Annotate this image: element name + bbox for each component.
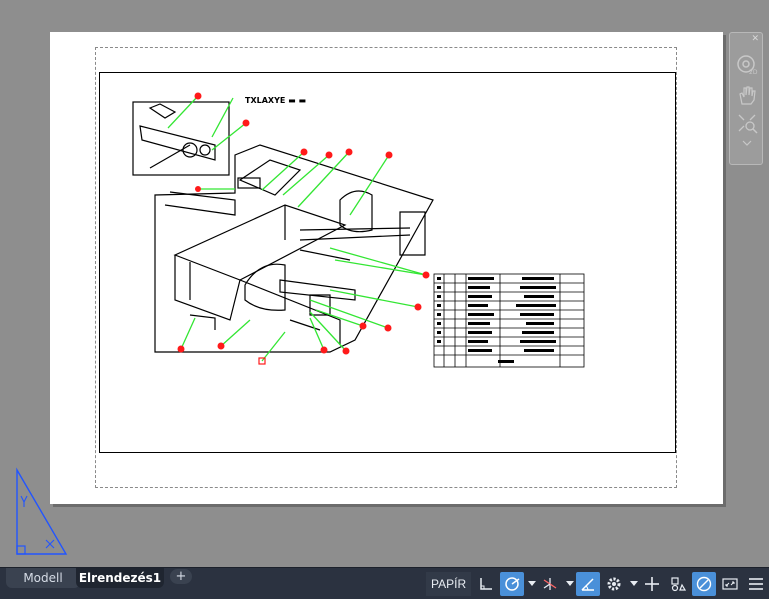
maximize-viewport-icon[interactable] <box>718 572 742 596</box>
chevron-down-icon[interactable] <box>526 572 537 596</box>
navigation-bar: ✕ 2D <box>729 32 763 165</box>
add-layout-button[interactable]: + <box>170 569 192 584</box>
ortho-icon[interactable] <box>474 572 498 596</box>
tab-model[interactable]: Modell <box>6 568 80 588</box>
svg-text:2D: 2D <box>749 69 758 76</box>
customization-menu-icon[interactable] <box>744 572 768 596</box>
annotation-scale-icon[interactable] <box>666 572 690 596</box>
status-bar: Modell Elrendezés1 + PAPÍR <box>0 567 769 599</box>
gear-icon[interactable] <box>602 572 626 596</box>
drawing-title-note: TXLAXYE ▬ ▬ <box>245 96 306 105</box>
assembly-drawing: TXLAXYE ▬ ▬ <box>132 92 585 368</box>
chevron-down-icon[interactable] <box>564 572 575 596</box>
ucs-icon <box>16 467 68 555</box>
object-snap-tracking-icon[interactable] <box>576 571 601 596</box>
hardware-acceleration-icon[interactable] <box>692 571 717 596</box>
plus-icon[interactable] <box>640 572 664 596</box>
paper-space-toggle[interactable]: PAPÍR <box>426 571 472 596</box>
chevron-down-icon[interactable] <box>734 136 760 150</box>
chevron-down-icon[interactable] <box>628 572 639 596</box>
zoom-extents-icon[interactable] <box>734 111 760 135</box>
isodraft-icon[interactable] <box>538 572 562 596</box>
parts-list-table <box>433 273 585 368</box>
close-icon[interactable]: ✕ <box>751 34 759 44</box>
assembly-linework <box>132 101 434 353</box>
pan-icon[interactable] <box>734 83 760 107</box>
status-tools: PAPÍR <box>426 570 769 597</box>
tab-layout1[interactable]: Elrendezés1 <box>76 568 164 588</box>
steering-wheel-icon[interactable]: 2D <box>734 53 760 77</box>
drawing-canvas[interactable]: TXLAXYE ▬ ▬ ✕ 2D <box>0 0 769 567</box>
polar-tracking-icon[interactable] <box>500 571 525 596</box>
